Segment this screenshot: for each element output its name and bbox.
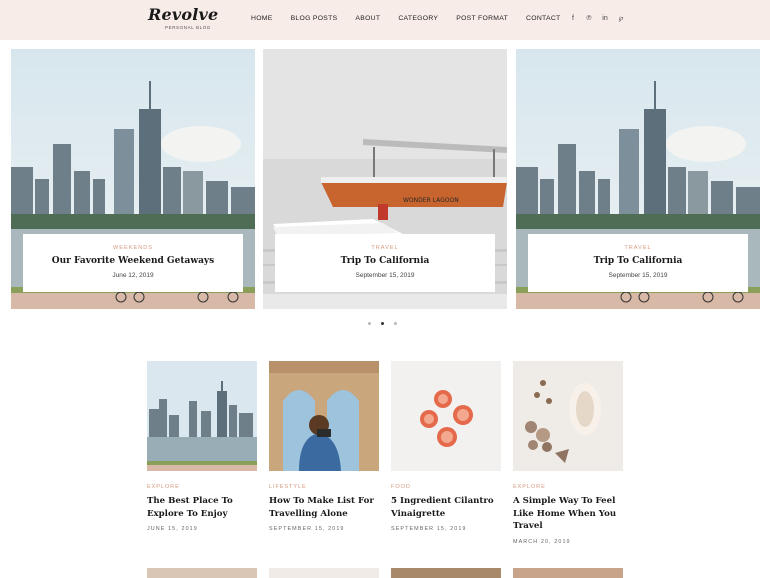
post-card: LIFESTYLE How To Make List For Travellin… bbox=[269, 361, 379, 532]
post-title[interactable]: 5 Ingredient Cilantro Vinaigrette bbox=[391, 495, 501, 520]
slide-title[interactable]: Our Favorite Weekend Getaways bbox=[23, 256, 243, 266]
post-thumbnail-peek[interactable] bbox=[147, 568, 257, 578]
slide-card[interactable]: WEEKENDS Our Favorite Weekend Getaways J… bbox=[23, 234, 243, 292]
boat-name-text: WONDER LAGOON bbox=[403, 197, 459, 204]
slide-date: June 12, 2019 bbox=[112, 272, 154, 279]
post-thumbnail[interactable] bbox=[269, 361, 379, 471]
slide-card[interactable]: TRAVEL Trip To California September 15, … bbox=[528, 234, 748, 292]
pinterest-icon[interactable]: ℗ bbox=[584, 14, 594, 24]
post-date: SEPTEMBER 15, 2019 bbox=[269, 526, 345, 532]
post-card: EXPLORE A Simple Way To Feel Like Home W… bbox=[513, 361, 623, 545]
slider-item[interactable]: WONDER LAGOON TRAVEL Trip To California … bbox=[263, 49, 507, 309]
slider-dot-active[interactable] bbox=[381, 322, 384, 325]
post-date: SEPTEMBER 15, 2019 bbox=[391, 526, 467, 532]
slide-category[interactable]: WEEKENDS bbox=[23, 245, 243, 251]
post-card: EXPLORE The Best Place To Explore To Enj… bbox=[147, 361, 257, 532]
nav-contact[interactable]: CONTACT bbox=[526, 15, 560, 22]
nav-home[interactable]: HOME bbox=[251, 15, 273, 22]
post-thumbnail-peek[interactable] bbox=[269, 568, 379, 578]
logo-text[interactable]: Revolve bbox=[148, 7, 218, 23]
site-logo[interactable]: Revolve PERSONAL BLOG bbox=[148, 7, 218, 31]
slide-category[interactable]: TRAVEL bbox=[275, 245, 495, 251]
slide-card[interactable]: TRAVEL Trip To California September 15, … bbox=[275, 234, 495, 292]
slide-date: September 15, 2019 bbox=[608, 272, 668, 279]
post-thumbnail[interactable] bbox=[147, 361, 257, 471]
post-date: MARCH 20, 2019 bbox=[513, 538, 571, 545]
facebook-icon[interactable]: f bbox=[568, 14, 578, 24]
slider-item[interactable]: WEEKENDS Our Favorite Weekend Getaways J… bbox=[11, 49, 255, 309]
slide-title[interactable]: Trip To California bbox=[275, 256, 495, 266]
post-category[interactable]: LIFESTYLE bbox=[269, 484, 379, 490]
slide-category[interactable]: TRAVEL bbox=[528, 245, 748, 251]
main-nav: HOME BLOG POSTS ABOUT CATEGORY POST FORM… bbox=[251, 15, 578, 22]
post-thumbnail[interactable] bbox=[391, 361, 501, 471]
nav-category[interactable]: CATEGORY bbox=[398, 15, 438, 22]
post-card: FOOD 5 Ingredient Cilantro Vinaigrette S… bbox=[391, 361, 501, 532]
nav-post-format[interactable]: POST FORMAT bbox=[456, 15, 508, 22]
slider-dot[interactable] bbox=[368, 322, 371, 325]
social-links: f ℗ in ℘ bbox=[568, 14, 632, 24]
post-title[interactable]: A Simple Way To Feel Like Home When You … bbox=[513, 495, 623, 533]
post-thumbnail-peek[interactable] bbox=[513, 568, 623, 578]
post-category[interactable]: EXPLORE bbox=[513, 484, 623, 490]
linkedin-icon[interactable]: in bbox=[600, 14, 610, 24]
nav-blog-posts[interactable]: BLOG POSTS bbox=[291, 15, 338, 22]
post-date: JUNE 15, 2019 bbox=[147, 526, 198, 532]
slider-dot[interactable] bbox=[394, 322, 397, 325]
post-thumbnail-peek[interactable] bbox=[391, 568, 501, 578]
post-title[interactable]: The Best Place To Explore To Enjoy bbox=[147, 495, 257, 520]
slide-title[interactable]: Trip To California bbox=[528, 256, 748, 266]
nav-about[interactable]: ABOUT bbox=[355, 15, 380, 22]
logo-tagline: PERSONAL BLOG bbox=[165, 25, 211, 30]
pinterest-p-icon[interactable]: ℘ bbox=[616, 14, 626, 24]
site-header: Revolve PERSONAL BLOG HOME BLOG POSTS AB… bbox=[0, 0, 770, 40]
post-category[interactable]: FOOD bbox=[391, 484, 501, 490]
post-title[interactable]: How To Make List For Travelling Alone bbox=[269, 495, 379, 520]
post-thumbnail[interactable] bbox=[513, 361, 623, 471]
slider-pagination bbox=[368, 322, 407, 325]
post-category[interactable]: EXPLORE bbox=[147, 484, 257, 490]
slide-date: September 15, 2019 bbox=[355, 272, 415, 279]
slider-item[interactable]: TRAVEL Trip To California September 15, … bbox=[516, 49, 760, 309]
